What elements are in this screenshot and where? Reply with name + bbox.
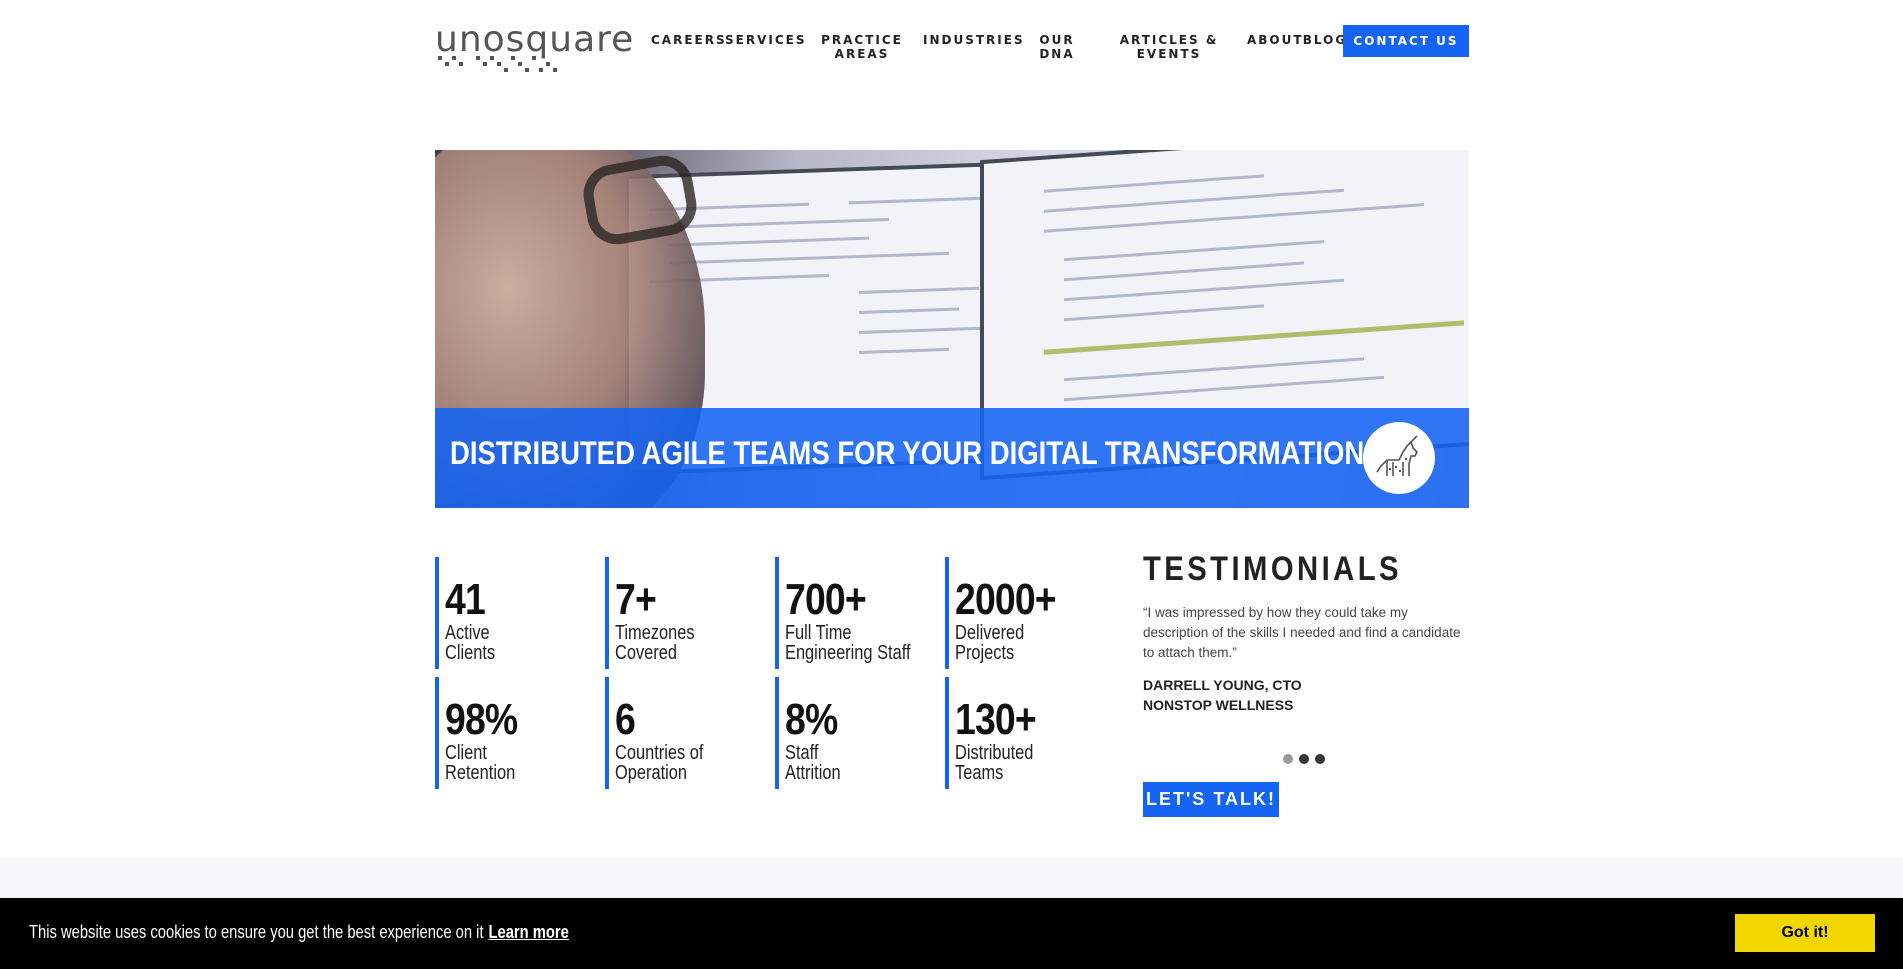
site-logo[interactable]: unosquare	[435, 19, 635, 82]
stat-label: Client	[445, 742, 487, 764]
testimonial-author-name: DARRELL YOUNG, CTO	[1143, 677, 1302, 693]
hero-banner: DISTRIBUTED AGILE TEAMS FOR YOUR DIGITAL…	[435, 150, 1469, 508]
stat-label: Teams	[955, 762, 1004, 784]
nav-careers[interactable]: CAREERS	[651, 22, 725, 47]
footer-band	[0, 858, 1903, 898]
stat-label: Projects	[955, 642, 1015, 664]
logo-braille-dots	[438, 56, 557, 72]
stat-value: 130+	[955, 695, 1037, 744]
stat-distributed-teams: 130+ Distributed Teams	[945, 677, 1105, 789]
nav-articles-events[interactable]: ARTICLES & EVENTS	[1091, 22, 1247, 61]
contact-us-button[interactable]: CONTACT US	[1343, 25, 1469, 57]
main-nav: CAREERS SERVICES PRACTICE AREAS INDUSTRI…	[651, 22, 1353, 78]
stats-grid: 41 Active Clients 7+ Timezones Covered 7…	[435, 557, 1115, 789]
stat-value: 8%	[785, 695, 838, 744]
stat-value: 98%	[445, 695, 518, 744]
stat-label: Timezones	[615, 622, 695, 644]
stat-label: Staff	[785, 742, 819, 764]
testimonial-author: DARRELL YOUNG, CTO NONSTOP WELLNESS	[1143, 675, 1469, 715]
lets-talk-button[interactable]: LET'S TALK!	[1143, 782, 1279, 817]
nav-industries[interactable]: INDUSTRIES	[923, 22, 1023, 47]
stat-countries: 6 Countries of Operation	[605, 677, 765, 789]
stat-label: Retention	[445, 762, 516, 784]
stat-value: 7+	[615, 575, 657, 624]
carousel-dots	[1283, 754, 1325, 764]
stat-label: Engineering Staff	[785, 642, 911, 664]
cookie-message: This website uses cookies to ensure you …	[29, 922, 569, 942]
testimonial-author-company: NONSTOP WELLNESS	[1143, 697, 1294, 713]
stat-label: Delivered	[955, 622, 1025, 644]
stat-value: 6	[615, 695, 636, 744]
carousel-dot-1[interactable]	[1283, 754, 1293, 764]
carousel-dot-3[interactable]	[1315, 754, 1325, 764]
learn-more-link[interactable]: Learn more	[488, 922, 568, 942]
stat-delivered-projects: 2000+ Delivered Projects	[945, 557, 1105, 669]
nav-practice-areas[interactable]: PRACTICE AREAS	[801, 22, 923, 61]
logo-wordmark: unosquare	[435, 19, 635, 60]
stat-label: Attrition	[785, 762, 841, 784]
testimonial-quote: “I was impressed by how they could take …	[1143, 605, 1461, 660]
nav-our-dna[interactable]: OUR DNA	[1023, 22, 1091, 61]
stat-label: Covered	[615, 642, 677, 664]
cookie-banner: This website uses cookies to ensure you …	[0, 898, 1903, 969]
stat-value: 2000+	[955, 575, 1057, 624]
stat-label: Distributed	[955, 742, 1034, 764]
nav-about[interactable]: ABOUT	[1247, 22, 1302, 47]
stat-label: Operation	[615, 762, 688, 784]
stat-label: Active	[445, 622, 490, 644]
stat-client-retention: 98% Client Retention	[435, 677, 595, 789]
stat-active-clients: 41 Active Clients	[435, 557, 595, 669]
testimonials-section: TESTIMONIALS “I was impressed by how the…	[1143, 550, 1469, 817]
hero-title: DISTRIBUTED AGILE TEAMS FOR YOUR DIGITAL…	[450, 435, 1365, 471]
site-header: unosquare CAREERS SERVICES PRACTICE AREA…	[435, 22, 1469, 82]
stat-value: 41	[445, 575, 486, 624]
stat-label: Clients	[445, 642, 496, 664]
stat-label: Countries of	[615, 742, 704, 764]
stat-engineering-staff: 700+ Full Time Engineering Staff	[775, 557, 935, 669]
stat-timezones: 7+ Timezones Covered	[605, 557, 765, 669]
stat-value: 700+	[785, 575, 867, 624]
cookie-accept-button[interactable]: Got it!	[1735, 914, 1875, 952]
stat-label: Full Time	[785, 622, 852, 644]
nav-services[interactable]: SERVICES	[725, 22, 804, 47]
carousel-dot-2[interactable]	[1299, 754, 1309, 764]
unicorn-icon	[1363, 422, 1435, 494]
stat-staff-attrition: 8% Staff Attrition	[775, 677, 935, 789]
testimonials-heading: TESTIMONIALS	[1143, 550, 1402, 588]
